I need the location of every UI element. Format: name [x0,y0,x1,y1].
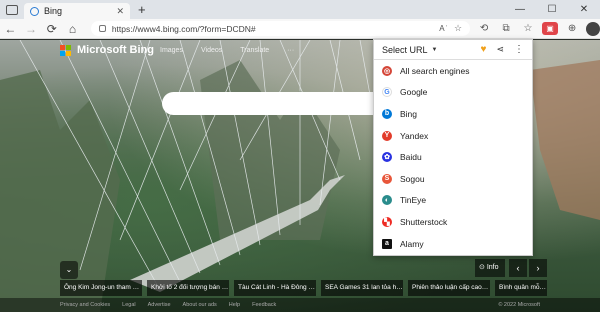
logo-square-red [60,44,65,50]
engine-label: Yandex [400,130,429,141]
heart-icon[interactable]: ♥ [481,44,487,55]
engine-label: Baidu [400,152,422,163]
engine-item-shutterstock[interactable]: ▚ Shutterstock [374,211,532,233]
microsoft-logo-icon [60,44,71,56]
favorites-icon[interactable]: ☆ [520,23,536,34]
news-carousel: Ông Kim Jong-un tham gia... Khởi tố 2 đố… [60,280,547,296]
news-card[interactable]: Bình quân mỗi ng [495,280,547,296]
sogou-icon: S [382,173,392,184]
read-aloud-icon[interactable]: A ʿ [439,24,448,33]
search-favicon-icon [30,6,39,16]
nav-images[interactable]: Images [160,47,183,54]
engine-label: Alamy [400,238,424,249]
engine-item-alamy[interactable]: a Alamy [374,233,532,255]
lock-icon[interactable] [98,25,106,32]
engine-label: TinEye [400,195,427,206]
minimize-button[interactable]: — [504,4,536,15]
close-window-button[interactable]: ✕ [568,4,600,15]
next-image-button[interactable]: › [529,259,547,277]
engine-label: Bing [400,108,418,119]
nav-translate[interactable]: Translate [240,47,269,54]
engine-item-sogou[interactable]: S Sogou [374,168,532,190]
shutterstock-icon: ▚ [382,216,392,227]
info-button[interactable]: ⊙ Info [475,259,505,277]
nav-more[interactable]: ··· [287,47,294,54]
tineye-icon: ◐ [382,195,392,206]
engine-item-baidu[interactable]: ✿ Baidu [374,146,532,168]
browser-tab[interactable]: Bing ✕ [24,3,130,19]
engine-item-yandex[interactable]: Y Yandex [374,125,532,147]
engine-list: ◎ All search engines G Google b Bing Y Yandex ✿ B… [374,60,532,254]
back-button[interactable]: ← [0,22,21,36]
news-card[interactable]: Khởi tố 2 đối tượng bán vũ... [147,280,229,296]
tab-close-icon[interactable]: ✕ [116,6,124,17]
news-card[interactable]: Ông Kim Jong-un tham gia... [60,280,142,296]
extension-icon[interactable]: ⟲ [476,23,492,34]
dropdown-header: Select URL ▼ ♥ ⋖ ⋮ [374,40,532,60]
logo-square-green [66,44,71,50]
previous-image-button[interactable]: ‹ [509,259,527,277]
engine-item-google[interactable]: G Google [374,82,532,104]
baidu-icon: ✿ [382,152,392,163]
yandex-icon: Y [382,130,392,141]
search-input[interactable] [162,92,376,115]
footer-link[interactable]: Privacy and Cookies [60,302,110,308]
image-search-extension-icon[interactable]: ▣ [542,22,559,35]
home-button[interactable]: ⌂ [62,22,83,36]
engine-item-bing[interactable]: b Bing [374,103,532,125]
address-bar[interactable]: https://www4.bing.com/?form=DCDN# A ʿ ☆ [90,21,471,36]
engine-item-tineye[interactable]: ◐ TinEye [374,190,532,212]
bing-nav: Images Videos Translate ··· [160,47,294,54]
footer-link[interactable]: Help [229,302,240,308]
bing-wordmark: Microsoft Bing [77,44,154,56]
engine-label: Sogou [400,173,425,184]
select-url-label[interactable]: Select URL [382,45,428,55]
window-menu-icon[interactable] [6,5,18,15]
engine-label: All search engines [400,65,470,76]
footer-link[interactable]: Legal [122,302,135,308]
page-footer: Privacy and Cookies Legal Advertise Abou… [0,298,600,312]
url-text[interactable]: https://www4.bing.com/?form=DCDN# [112,24,433,34]
search-engine-dropdown: Select URL ▼ ♥ ⋖ ⋮ ◎ All search engines G G… [373,39,533,256]
news-card[interactable]: SEA Games 31 lan tỏa hình... [321,280,403,296]
nav-videos[interactable]: Videos [201,47,222,54]
bing-icon: b [382,108,392,119]
toolbar-actions: ⟲ ⧉ ☆ ▣ ⊕ [476,21,600,36]
forward-button[interactable]: → [21,22,42,36]
favorite-star-icon[interactable]: ☆ [454,23,462,34]
globe-icon: ◎ [382,65,392,76]
alamy-icon: a [382,238,392,249]
logo-square-blue [60,50,65,56]
engine-label: Google [400,87,428,98]
footer-link[interactable]: About our ads [183,302,217,308]
new-tab-button[interactable]: + [130,3,154,19]
refresh-button[interactable]: ⟳ [41,22,62,36]
copyright: © 2022 Microsoft [498,302,540,308]
footer-link[interactable]: Advertise [148,302,171,308]
location-pin-icon: ⊙ [479,264,487,271]
news-card[interactable]: Phiên thảo luận cấp cao Kh... [408,280,490,296]
collections-icon[interactable]: ⊕ [564,23,580,34]
chevron-down-icon[interactable]: ▼ [432,47,438,53]
share-icon[interactable]: ⋖ [496,44,504,55]
news-card[interactable]: Tàu Cát Linh - Hà Đông dừ... [234,280,316,296]
bing-brand[interactable]: Microsoft Bing [60,44,154,56]
window-controls: — ☐ ✕ [504,0,600,19]
more-options-icon[interactable]: ⋮ [514,44,524,55]
logo-square-yellow [66,50,71,56]
tab-bar: Bing ✕ + — ☐ ✕ [0,0,600,19]
maximize-button[interactable]: ☐ [536,4,568,15]
engine-item-all-search-engines[interactable]: ◎ All search engines [374,60,532,82]
info-label: Info [486,264,499,271]
browser-toolbar: ← → ⟳ ⌂ https://www4.bing.com/?form=DCDN… [0,19,600,39]
engine-label: Shutterstock [400,216,448,227]
tab-title: Bing [44,6,63,16]
profile-avatar[interactable] [586,21,600,36]
split-screen-icon[interactable]: ⧉ [498,23,514,34]
scroll-down-icon[interactable]: ⌄ [60,261,78,279]
google-icon: G [382,87,392,98]
footer-link[interactable]: Feedback [252,302,276,308]
